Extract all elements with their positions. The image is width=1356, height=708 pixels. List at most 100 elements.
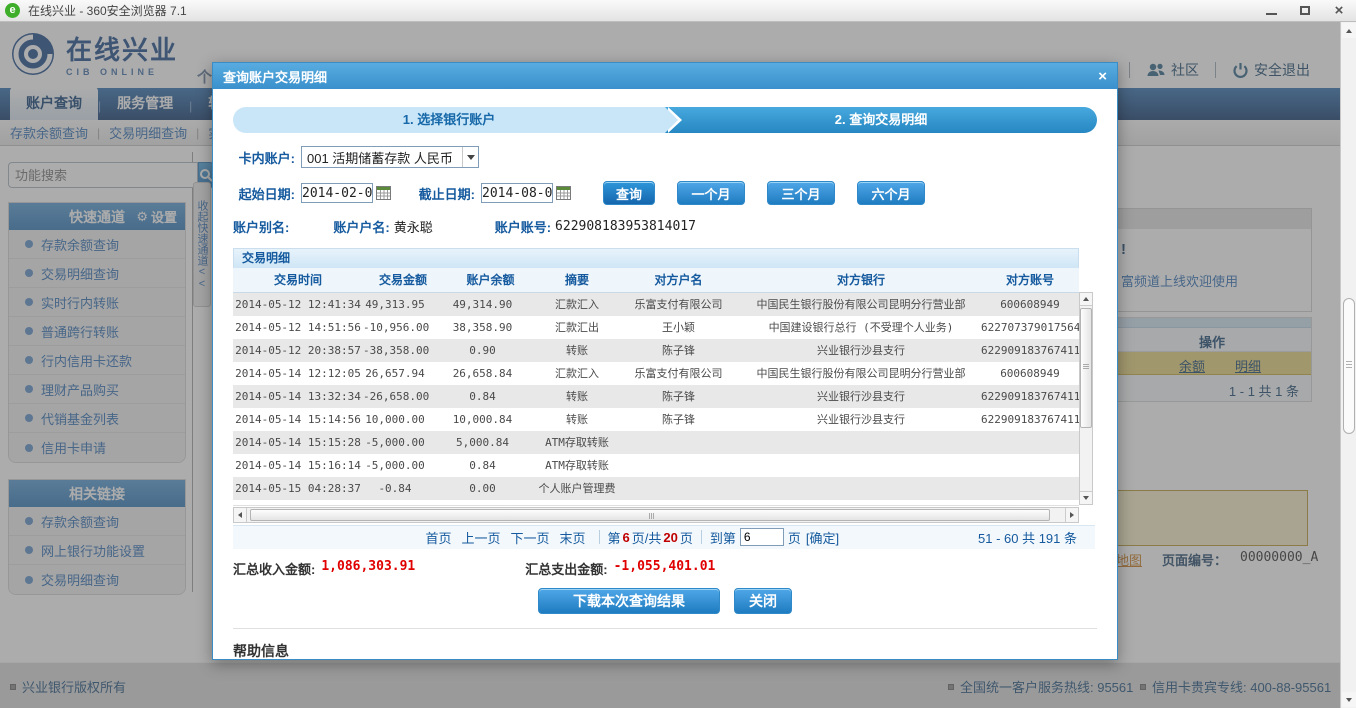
table-cell (616, 431, 741, 454)
pagination-link[interactable]: 下一页 (510, 528, 549, 547)
table-row[interactable]: 2014-05-12 12:41:3449,313.9549,314.90汇款汇… (233, 293, 1079, 316)
browser-scrollbar[interactable] (1340, 22, 1356, 708)
table-cell (741, 431, 981, 454)
calendar-icon[interactable] (556, 186, 571, 200)
close-window-button[interactable]: × (1322, 0, 1356, 21)
table-cell (616, 454, 741, 477)
table-cell: 600608949 (981, 293, 1079, 316)
minimize-button[interactable] (1254, 0, 1288, 21)
table-cell: 600608949 (981, 500, 1079, 506)
query-button[interactable]: 查询 (603, 181, 655, 205)
horizontal-scroll-thumb[interactable] (250, 509, 1050, 521)
column-header: 账户余额 (443, 268, 538, 292)
chevron-down-icon (462, 147, 478, 167)
dialog-header: 查询账户交易明细 × (213, 63, 1117, 89)
table-cell: 2014-05-12 14:51:56 (233, 316, 363, 339)
page-suffix-label: 页 (680, 528, 693, 547)
goto-page-suffix: 页 (788, 528, 801, 547)
table-vertical-scrollbar[interactable] (1079, 292, 1093, 505)
close-dialog-button[interactable]: 关闭 (734, 588, 792, 614)
table-cell: 个人账户管理费 (538, 477, 616, 500)
table-cell: 2014-05-14 15:14:56 (233, 408, 363, 431)
table-section-title: 交易明细 (233, 248, 1079, 268)
table-cell: 汇款汇入 (538, 293, 616, 316)
quick-range-button[interactable]: 六个月 (857, 181, 925, 205)
goto-page-input[interactable] (740, 528, 784, 546)
table-body: 2014-05-12 12:41:3449,313.9549,314.90汇款汇… (233, 293, 1079, 506)
maximize-button[interactable] (1288, 0, 1322, 21)
table-cell: 兴业银行沙县支行 (741, 339, 981, 362)
divider (701, 530, 702, 544)
table-row[interactable]: 汇款汇入乐富支付有限公司中国民生银行股份有限公司昆明分行营业部600608949 (233, 500, 1079, 506)
quick-range-button[interactable]: 三个月 (767, 181, 835, 205)
table-cell: 中国建设银行总行 (不受理个人业务) (741, 316, 981, 339)
table-cell: 622909183767411413 (981, 408, 1079, 431)
table-row[interactable]: 2014-05-14 12:12:0526,657.9426,658.84汇款汇… (233, 362, 1079, 385)
pagination-link[interactable]: 上一页 (461, 528, 500, 547)
table-cell: 0.90 (443, 339, 538, 362)
table-cell (981, 477, 1079, 500)
pagination-link[interactable]: 首页 (425, 528, 451, 547)
page-viewport: 在线兴业 CIB ONLINE 个人网上银行 在线客服 社区 安全退出 (0, 22, 1356, 708)
table-cell: 5,000.84 (443, 431, 538, 454)
table-row[interactable]: 2014-05-14 13:32:34-26,658.000.84转账陈子锋兴业… (233, 385, 1079, 408)
table-cell: 乐富支付有限公司 (616, 362, 741, 385)
column-header: 对方账号 (981, 268, 1079, 292)
table-cell: 2014-05-12 12:41:34 (233, 293, 363, 316)
step-select-account[interactable]: 1. 选择银行账户 (233, 107, 665, 133)
table-cell: 26,657.94 (363, 362, 443, 385)
table-cell: 0.84 (443, 385, 538, 408)
scroll-left-icon[interactable] (234, 508, 247, 522)
table-row[interactable]: 2014-05-14 15:14:5610,000.0010,000.84转账陈… (233, 408, 1079, 431)
goto-confirm-link[interactable]: [确定] (806, 528, 839, 547)
dialog-close-icon[interactable]: × (1098, 69, 1107, 84)
scroll-right-icon[interactable] (1065, 508, 1078, 522)
table-cell: -10,956.00 (363, 316, 443, 339)
pagination-link[interactable]: 末页 (559, 528, 585, 547)
table-cell: ATM存取转账 (538, 454, 616, 477)
table-cell: 622909183767411413 (981, 339, 1079, 362)
quick-range-button[interactable]: 一个月 (677, 181, 745, 205)
total-expense-value: -1,055,401.01 (614, 559, 716, 578)
start-date-input[interactable] (301, 183, 373, 203)
vertical-scroll-thumb[interactable] (1080, 308, 1092, 428)
table-row[interactable]: 2014-05-14 15:15:28-5,000.005,000.84ATM存… (233, 431, 1079, 454)
column-header: 对方户名 (616, 268, 741, 292)
scroll-down-icon[interactable] (1342, 692, 1356, 707)
browser-window: e 在线兴业 - 360安全浏览器 7.1 × 在线兴业 CIB ONLINE (0, 0, 1356, 708)
account-select[interactable]: 001 活期储蓄存款 人民币 (301, 146, 479, 168)
table-cell: 陈子锋 (616, 408, 741, 431)
table-cell: 49,313.95 (363, 293, 443, 316)
table-cell: -0.84 (363, 477, 443, 500)
scroll-thumb[interactable] (1343, 298, 1355, 434)
table-cell: 2014-05-14 12:12:05 (233, 362, 363, 385)
table-cell: 38,358.90 (443, 316, 538, 339)
dialog-title: 查询账户交易明细 (223, 67, 327, 86)
table-horizontal-scrollbar[interactable] (233, 507, 1079, 523)
download-results-button[interactable]: 下载本次查询结果 (538, 588, 720, 614)
table-row[interactable]: 2014-05-12 14:51:56-10,956.0038,358.90汇款… (233, 316, 1079, 339)
window-title: 在线兴业 - 360安全浏览器 7.1 (28, 2, 187, 19)
transactions-table: 交易明细 交易时间交易金额账户余额摘要对方户名对方银行对方账号 2014-05-… (233, 248, 1095, 523)
table-cell: ATM存取转账 (538, 431, 616, 454)
scroll-up-icon[interactable] (1342, 23, 1356, 38)
table-cell: -5,000.00 (363, 431, 443, 454)
table-cell: 2014-05-14 15:16:14 (233, 454, 363, 477)
table-cell: 乐富支付有限公司 (616, 293, 741, 316)
table-row[interactable]: 2014-05-15 04:28:37-0.840.00个人账户管理费 (233, 477, 1079, 500)
account-name-value: 黄永聪 (394, 217, 433, 236)
table-row[interactable]: 2014-05-12 20:38:57-38,358.000.90转账陈子锋兴业… (233, 339, 1079, 362)
table-row[interactable]: 2014-05-14 15:16:14-5,000.000.84ATM存取转账 (233, 454, 1079, 477)
column-header: 摘要 (538, 268, 616, 292)
records-range-text: 51 - 60 共 191 条 (978, 528, 1077, 547)
browser-360-icon: e (5, 3, 20, 18)
calendar-icon[interactable] (376, 186, 391, 200)
scroll-up-icon[interactable] (1080, 293, 1092, 306)
scroll-down-icon[interactable] (1080, 491, 1092, 504)
table-cell (741, 454, 981, 477)
table-cell: 转账 (538, 408, 616, 431)
table-cell: 10,000.00 (363, 408, 443, 431)
step-query-details[interactable]: 2. 查询交易明细 (665, 107, 1097, 133)
divider (599, 530, 600, 544)
end-date-input[interactable] (481, 183, 553, 203)
